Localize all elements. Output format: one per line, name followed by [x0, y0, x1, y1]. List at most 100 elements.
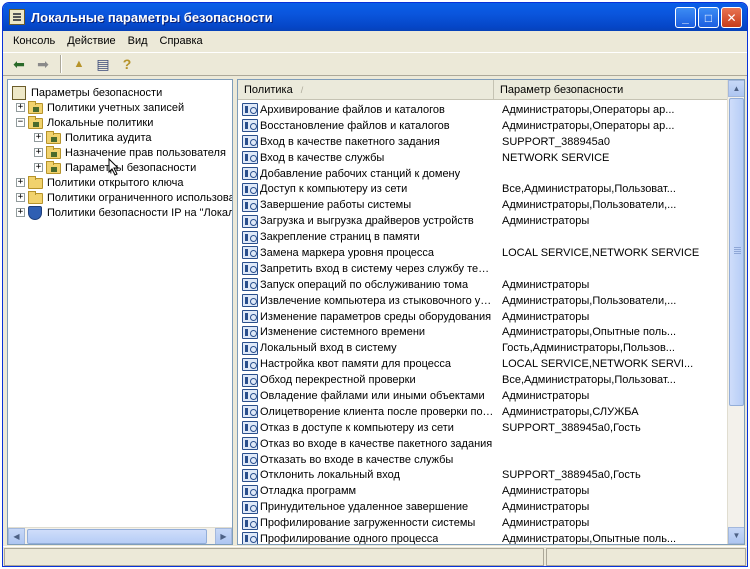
list-vertical-scrollbar[interactable]: ▲ ▼ — [727, 80, 744, 544]
help-button[interactable]: ? — [117, 54, 137, 74]
table-row[interactable]: Принудительное удаленное завершение Админ… — [238, 499, 728, 515]
table-row[interactable]: Отказать во входе в качестве службы — [238, 452, 728, 468]
policy-name: Отклонить локальный вход — [260, 469, 400, 482]
tree-item-software-restriction-policies[interactable]: + Политики ограниченного использован — [16, 190, 232, 205]
table-row[interactable]: Отклонить локальный вход SUPPORT_388945a0… — [238, 467, 728, 483]
table-row[interactable]: Запуск операций по обслуживанию тома Адми… — [238, 277, 728, 293]
policy-name: Изменение системного времени — [260, 326, 426, 339]
security-policy-app-icon[interactable] — [9, 9, 25, 25]
table-row[interactable]: Отладка программ Администраторы — [238, 483, 728, 499]
mouse-cursor-icon — [108, 158, 120, 176]
scroll-down-icon[interactable]: ▼ — [728, 527, 744, 544]
tree-item-user-rights-assignment[interactable]: + Назначение прав пользователя — [34, 145, 226, 160]
table-row[interactable]: Профилирование одного процесса Администра… — [238, 531, 728, 544]
table-row[interactable]: Обход перекрестной проверки Все,Администр… — [238, 372, 728, 388]
table-row[interactable]: Завершение работы системы Администраторы,… — [238, 197, 728, 213]
up-one-level-button[interactable]: ▲ — [69, 54, 89, 74]
table-row[interactable]: Настройка квот памяти для процесса LOCAL … — [238, 356, 728, 372]
policy-setting-icon — [242, 214, 258, 228]
table-row[interactable]: Олицетворение клиента после проверки под… — [238, 404, 728, 420]
menu-bar: Консоль Действие Вид Справка — [3, 31, 747, 51]
policy-name: Вход в качестве службы — [260, 151, 385, 164]
menu-action[interactable]: Действие — [61, 33, 121, 49]
tree-item-label: Политики учетных записей — [47, 101, 185, 114]
status-cell-secondary — [546, 548, 746, 566]
table-row[interactable]: Отказ во входе в качестве пакетного зада… — [238, 436, 728, 452]
table-row[interactable]: Восстановление файлов и каталогов Админис… — [238, 118, 728, 134]
policy-name: Изменение параметров среды оборудования — [260, 310, 492, 323]
maximize-button[interactable]: □ — [698, 7, 719, 28]
policy-setting-icon — [242, 325, 258, 339]
table-row[interactable]: Закрепление страниц в памяти — [238, 229, 728, 245]
expand-icon[interactable]: + — [16, 208, 25, 217]
table-row[interactable]: Архивирование файлов и каталогов Админист… — [238, 102, 728, 118]
expand-icon[interactable]: + — [34, 148, 43, 157]
scroll-right-icon[interactable]: ▶ — [215, 527, 232, 544]
forward-button[interactable]: ➡ — [33, 54, 53, 74]
scroll-left-icon[interactable]: ◀ — [8, 527, 25, 544]
table-row[interactable]: Запретить вход в систему через службу те… — [238, 261, 728, 277]
policy-name: Локальный вход в систему — [260, 342, 397, 355]
expand-icon[interactable]: + — [34, 163, 43, 172]
policy-setting-icon — [242, 262, 258, 276]
menu-view[interactable]: Вид — [122, 33, 154, 49]
tree-item-audit-policy[interactable]: + Политика аудита — [34, 130, 151, 145]
column-header-policy[interactable]: Политика / — [238, 80, 494, 100]
security-setting-value: Администраторы — [502, 517, 590, 530]
policy-name: Принудительное удаленное завершение — [260, 501, 469, 514]
scroll-thumb[interactable] — [27, 528, 207, 544]
tree-horizontal-scrollbar[interactable]: ◀ ▶ — [8, 527, 232, 544]
policy-setting-icon — [242, 341, 258, 355]
policy-cell: Овладение файлами или иными объектами — [238, 389, 494, 403]
policy-setting-icon — [242, 437, 258, 451]
policy-cell: Отказ в доступе к компьютеру из сети — [238, 421, 494, 435]
table-row[interactable]: Извлечение компьютера из стыковочного уз… — [238, 293, 728, 309]
export-list-button[interactable]: ▤ — [93, 54, 113, 74]
expand-icon[interactable]: + — [16, 178, 25, 187]
table-row[interactable]: Вход в качестве пакетного задания SUPPORT… — [238, 134, 728, 150]
policy-name: Овладение файлами или иными объектами — [260, 389, 485, 402]
menu-help[interactable]: Справка — [154, 33, 209, 49]
tree-item-label: Политики ограниченного использован — [47, 191, 232, 204]
table-row[interactable]: Изменение параметров среды оборудования А… — [238, 309, 728, 325]
security-setting-value: SUPPORT_388945a0,Гость — [502, 469, 641, 482]
table-row[interactable]: Локальный вход в систему Гость,Администра… — [238, 340, 728, 356]
tree-item-ip-security-policies[interactable]: + Политики безопасности IP на "Локальн — [16, 205, 232, 220]
expand-icon[interactable]: + — [16, 103, 25, 112]
menu-console[interactable]: Консоль — [7, 33, 61, 49]
table-row[interactable]: Загрузка и выгрузка драйверов устройств А… — [238, 213, 728, 229]
scroll-thumb[interactable] — [729, 98, 744, 406]
collapse-icon[interactable]: − — [16, 118, 25, 127]
table-row[interactable]: Добавление рабочих станций к домену — [238, 166, 728, 182]
back-button[interactable]: ⬅ — [9, 54, 29, 74]
tree-item-account-policies[interactable]: + Политики учетных записей — [16, 100, 184, 115]
tree-root[interactable]: Параметры безопасности — [12, 85, 162, 100]
column-header-security-setting[interactable]: Параметр безопасности — [494, 80, 728, 100]
table-row[interactable]: Овладение файлами или иными объектами Адм… — [238, 388, 728, 404]
title-bar[interactable]: Локальные параметры безопасности _ □ ✕ — [3, 3, 747, 31]
policy-cell: Изменение системного времени — [238, 325, 494, 339]
table-row[interactable]: Отказ в доступе к компьютеру из сети SUPP… — [238, 420, 728, 436]
policy-cell: Отклонить локальный вход — [238, 468, 494, 482]
scroll-up-icon[interactable]: ▲ — [728, 80, 744, 97]
expand-icon[interactable]: + — [34, 133, 43, 142]
tree-item-local-policies[interactable]: − Локальные политики — [16, 115, 153, 130]
minimize-button[interactable]: _ — [675, 7, 696, 28]
policy-setting-icon — [242, 135, 258, 149]
tree-item-public-key-policies[interactable]: + Политики открытого ключа — [16, 175, 183, 190]
policy-cell: Замена маркера уровня процесса — [238, 246, 494, 260]
table-row[interactable]: Изменение системного времени Администрато… — [238, 324, 728, 340]
table-row[interactable]: Вход в качестве службы NETWORK SERVICE — [238, 150, 728, 166]
table-row[interactable]: Доступ к компьютеру из сети Все,Администр… — [238, 181, 728, 197]
security-setting-value: Администраторы,Пользователи,... — [502, 294, 677, 307]
table-row[interactable]: Замена маркера уровня процесса LOCAL SERV… — [238, 245, 728, 261]
policy-setting-icon — [242, 373, 258, 387]
policy-rows: Архивирование файлов и каталогов Админист… — [238, 102, 728, 544]
policy-name: Добавление рабочих станций к домену — [260, 167, 461, 180]
policy-setting-icon — [242, 500, 258, 514]
expand-icon[interactable]: + — [16, 193, 25, 202]
security-setting-value: Администраторы — [502, 485, 590, 498]
security-setting-value: Администраторы — [502, 389, 590, 402]
close-button[interactable]: ✕ — [721, 7, 742, 28]
table-row[interactable]: Профилирование загруженности системы Адми… — [238, 515, 728, 531]
